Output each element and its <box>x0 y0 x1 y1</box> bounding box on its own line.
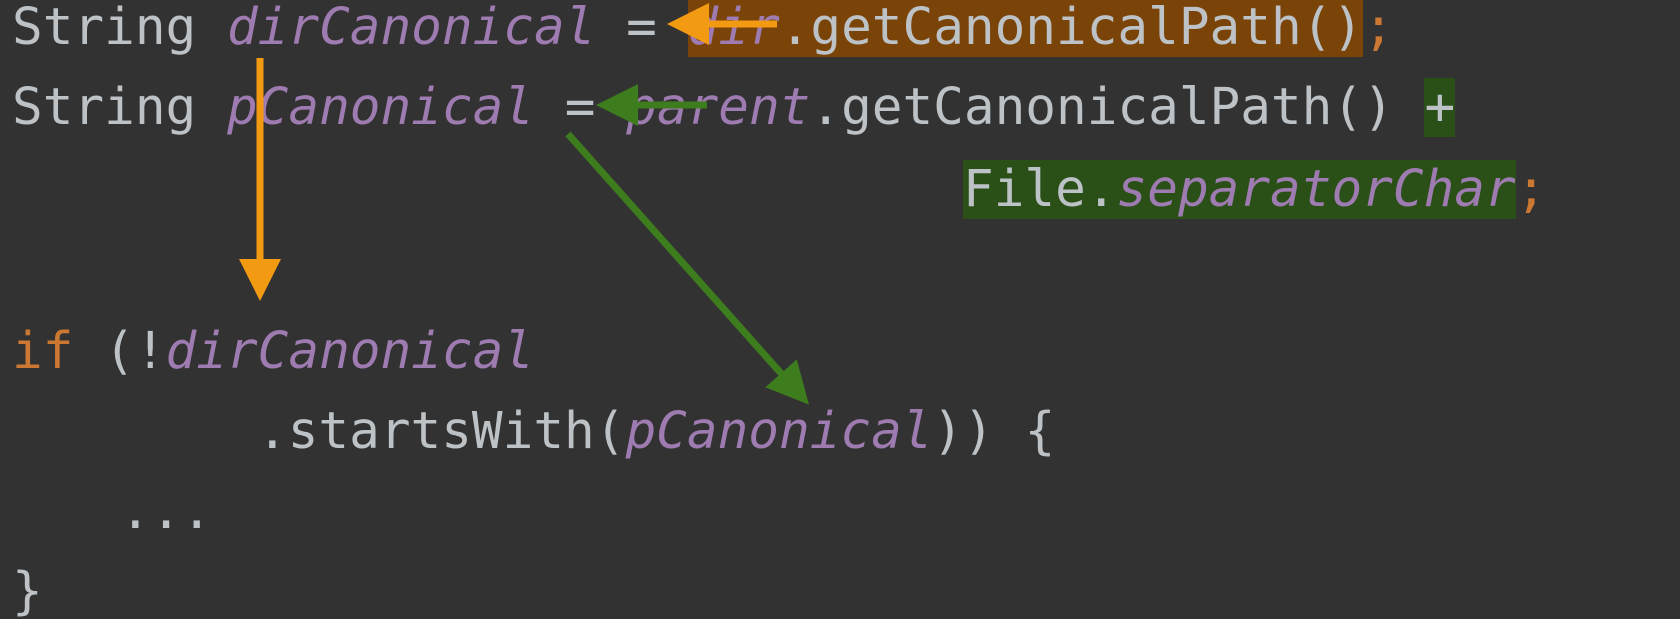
close-paren: )) { <box>932 402 1056 461</box>
code-line-1: String dirCanonical = dir.getCanonicalPa… <box>12 0 1394 58</box>
if-keyword: if <box>12 322 74 381</box>
type-keyword: String <box>12 0 197 57</box>
code-line-7: } <box>12 562 43 619</box>
variable-pCanonical: pCanonical <box>226 78 534 137</box>
semicolon: ; <box>1515 160 1547 219</box>
method-call: .getCanonicalPath() <box>779 0 1364 57</box>
plus-operator: + <box>1424 78 1456 137</box>
code-snippet: String dirCanonical = dir.getCanonicalPa… <box>0 0 1680 619</box>
code-line-5: .startsWith(pCanonical)) { <box>257 402 1055 462</box>
variable-dir: dir <box>687 0 780 57</box>
class-reference: File. <box>963 160 1117 219</box>
open-paren: (! <box>73 322 166 381</box>
assign-operator: = <box>534 78 627 137</box>
arrow-green-diagonal <box>565 131 809 405</box>
variable-dirCanonical: dirCanonical <box>226 0 596 57</box>
variable-parent: parent <box>626 78 811 137</box>
ellipsis: ... <box>120 482 213 541</box>
code-line-4: if (!dirCanonical <box>12 322 534 382</box>
variable-dirCanonical: dirCanonical <box>165 322 535 381</box>
assign-operator: = <box>595 0 688 57</box>
type-keyword: String <box>12 78 197 137</box>
code-line-3: File.separatorChar; <box>963 160 1546 220</box>
field-separatorChar: separatorChar <box>1116 160 1516 219</box>
highlight-orange: dir.getCanonicalPath() <box>687 0 1364 57</box>
method-call: .getCanonicalPath() <box>810 78 1425 137</box>
closing-brace: } <box>12 562 43 619</box>
highlight-green: File.separatorChar <box>963 160 1516 219</box>
method-call: .startsWith( <box>257 402 626 461</box>
variable-pCanonical: pCanonical <box>625 402 933 461</box>
semicolon: ; <box>1363 0 1394 57</box>
code-line-6: ... <box>120 482 212 542</box>
code-line-2: String pCanonical = parent.getCanonicalP… <box>12 78 1456 138</box>
